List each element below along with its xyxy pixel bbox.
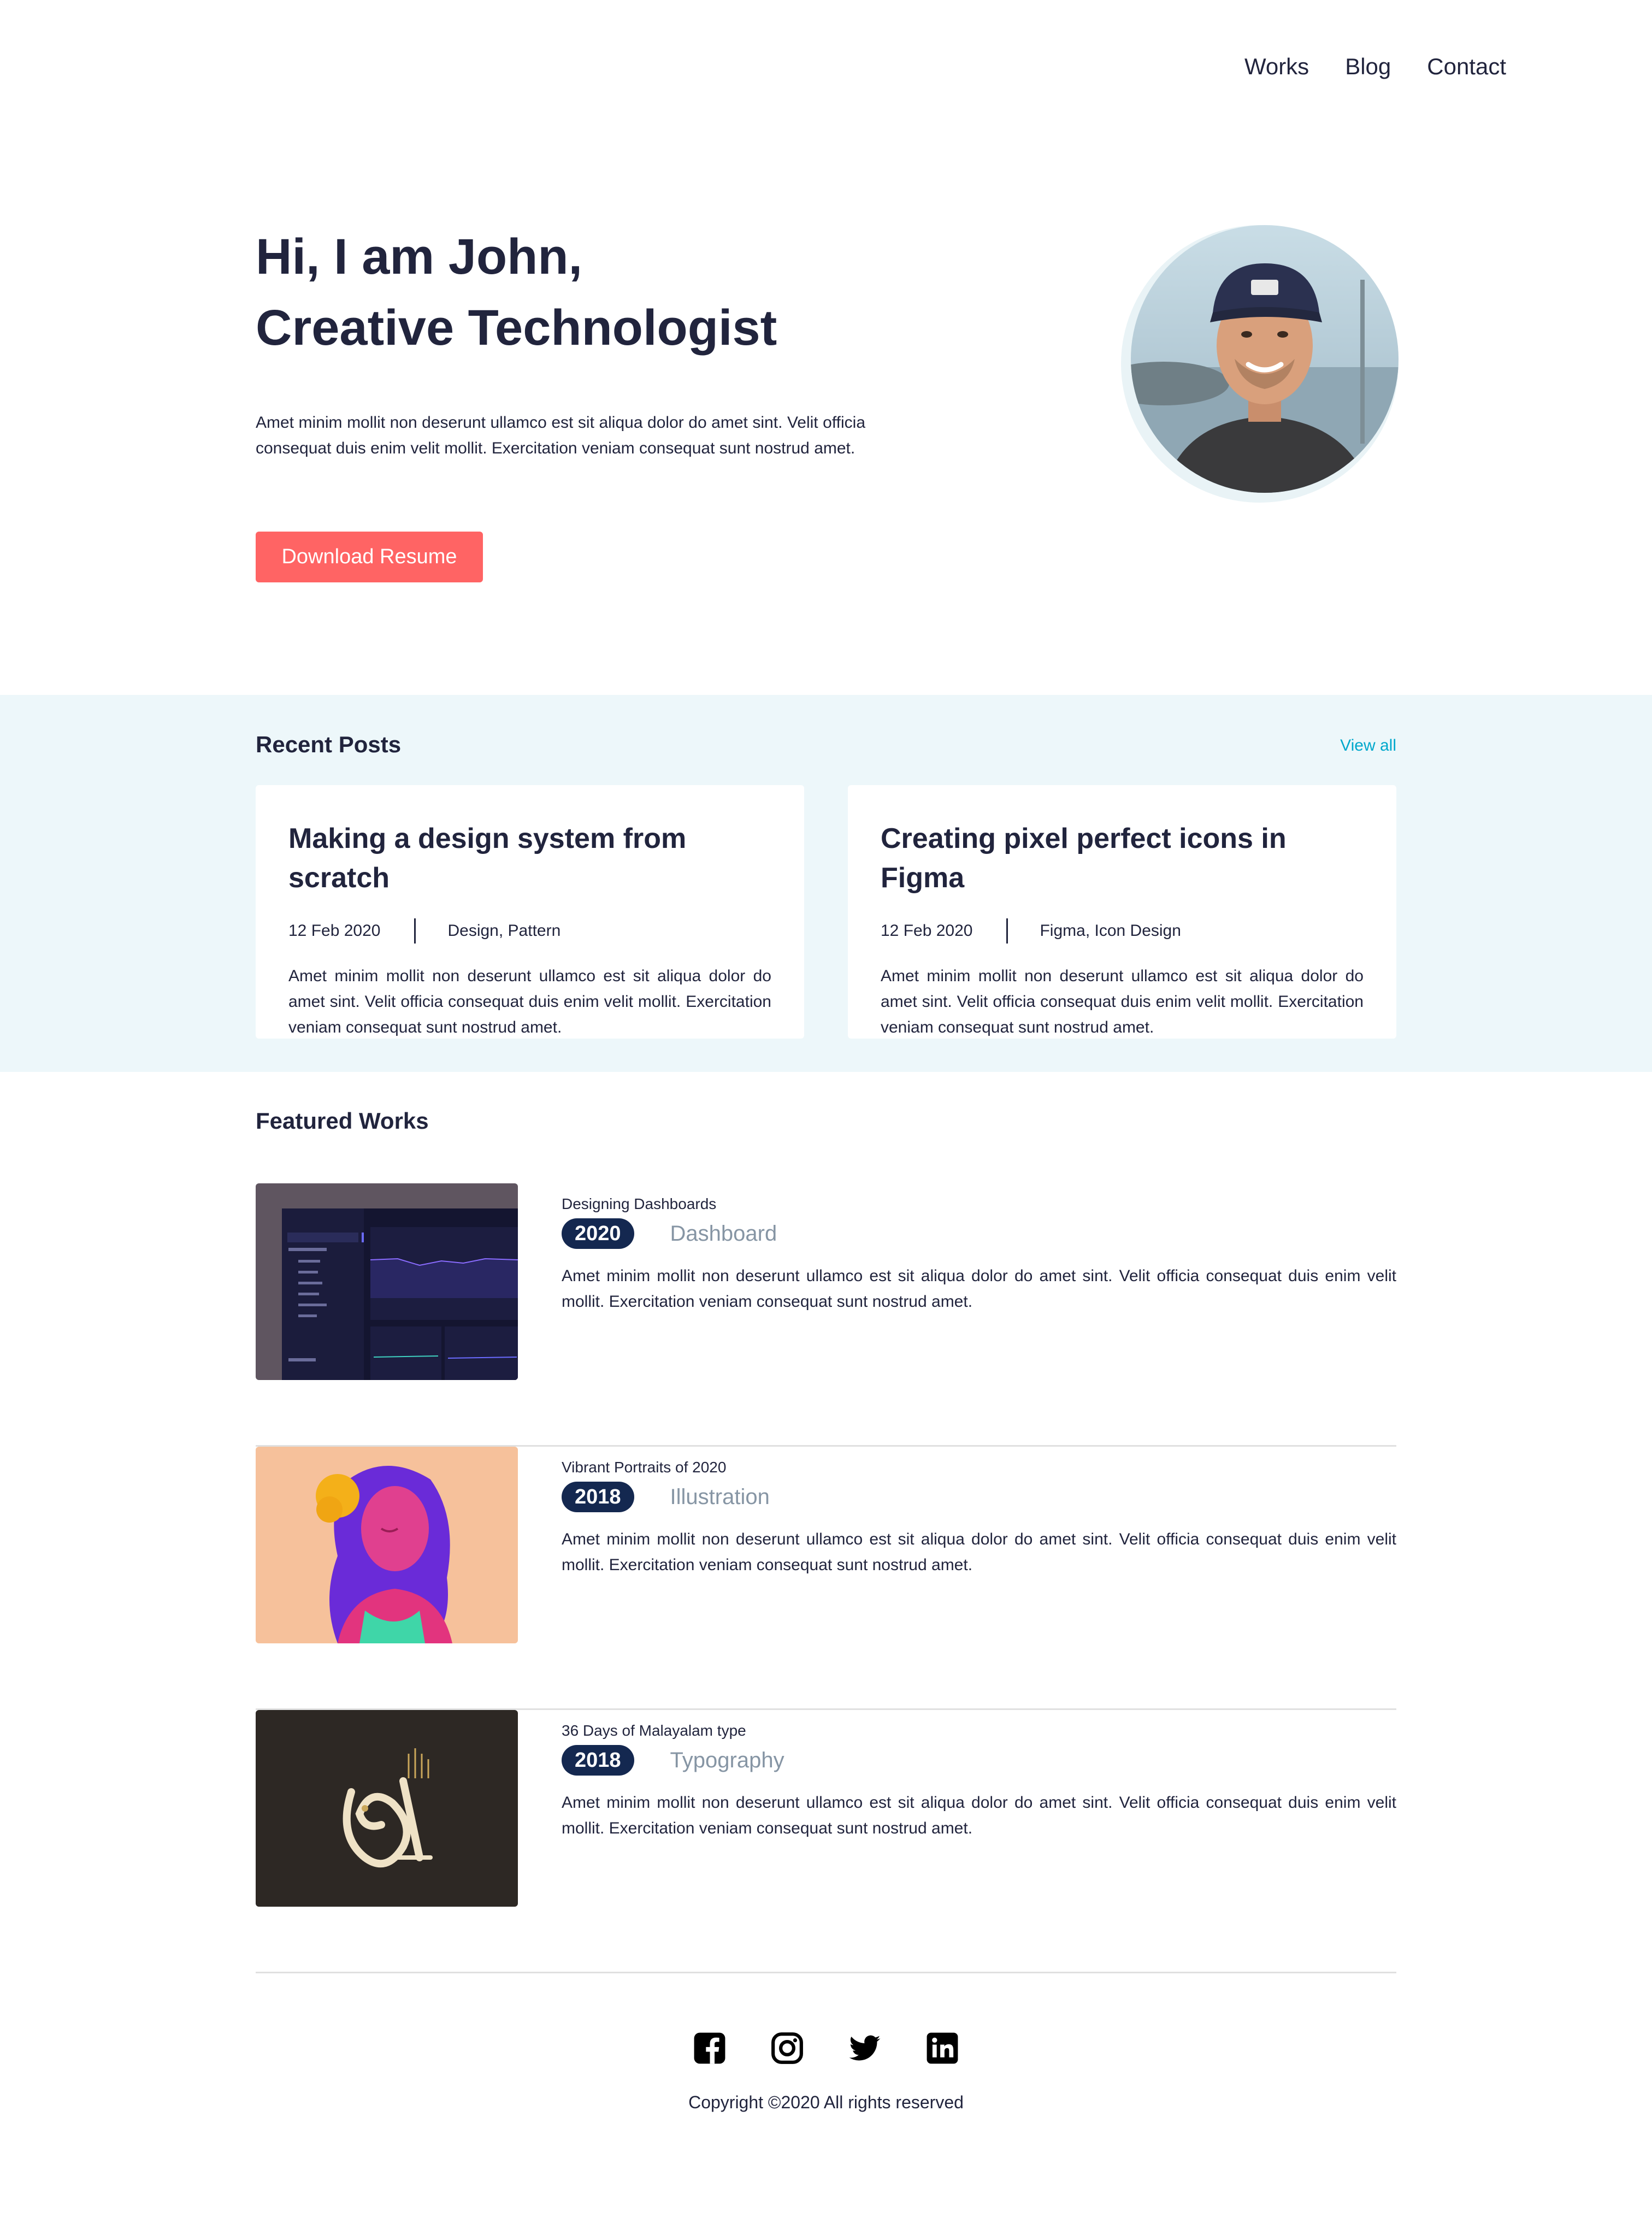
featured-works-title: Featured Works bbox=[256, 1108, 429, 1134]
work-meta-row: 2018 Illustration bbox=[562, 1479, 1396, 1514]
dashboard-thumbnail-image bbox=[256, 1183, 518, 1380]
typography-thumbnail-image bbox=[256, 1710, 518, 1907]
download-resume-button[interactable]: Download Resume bbox=[256, 532, 483, 582]
post-tags: Design, Pattern bbox=[447, 922, 561, 940]
work-thumbnail-dashboard[interactable] bbox=[256, 1183, 518, 1380]
instagram-icon[interactable] bbox=[770, 2031, 804, 2065]
copyright-text: Copyright ©2020 All rights reserved bbox=[688, 2092, 964, 2112]
work-subtitle: 36 Days of Malayalam type bbox=[562, 1722, 746, 1739]
work-description: Amet minim mollit non deserunt ullamco e… bbox=[562, 1267, 1396, 1311]
work-item[interactable]: 36 Days of Malayalam type 2018 Typograph… bbox=[256, 1710, 1396, 1973]
recent-posts-title: Recent Posts bbox=[256, 732, 402, 757]
post-date: 12 Feb 2020 bbox=[881, 922, 973, 940]
work-subtitle: Designing Dashboards bbox=[562, 1195, 717, 1212]
year-badge: 2018 bbox=[562, 1745, 634, 1776]
linkedin-icon[interactable] bbox=[925, 2031, 959, 2065]
work-item[interactable]: Designing Dashboards 2020 Dashboard Amet… bbox=[256, 1183, 1396, 1447]
avatar-photo bbox=[1131, 225, 1399, 493]
recent-posts-section bbox=[0, 695, 1652, 1072]
nav-works-link[interactable]: Works bbox=[1244, 50, 1309, 83]
post-excerpt: Amet minim mollit non deserunt ullamco e… bbox=[288, 967, 771, 1036]
hero-title-line2: Creative Technologist bbox=[256, 300, 777, 356]
post-excerpt: Amet minim mollit non deserunt ullamco e… bbox=[881, 967, 1364, 1036]
nav-blog-link[interactable]: Blog bbox=[1345, 50, 1391, 83]
portrait-illustration-image bbox=[256, 1447, 518, 1643]
meta-divider bbox=[1006, 918, 1008, 944]
hero-title: Hi, I am John, Creative Technologist bbox=[256, 221, 911, 363]
post-title[interactable]: Making a design system from scratch bbox=[288, 819, 771, 898]
work-meta-row: 2018 Typography bbox=[562, 1743, 1396, 1778]
facebook-icon[interactable] bbox=[693, 2031, 727, 2065]
post-meta: 12 Feb 2020 Figma, Icon Design bbox=[881, 918, 1364, 944]
work-category: Typography bbox=[670, 1748, 784, 1772]
hero-intro-text: Amet minim mollit non deserunt ullamco e… bbox=[256, 414, 865, 457]
top-nav: Works Blog Contact bbox=[1244, 50, 1506, 83]
work-description: Amet minim mollit non deserunt ullamco e… bbox=[562, 1530, 1396, 1574]
year-badge: 2020 bbox=[562, 1218, 634, 1249]
view-all-link[interactable]: View all bbox=[1340, 735, 1396, 757]
work-description: Amet minim mollit non deserunt ullamco e… bbox=[562, 1794, 1396, 1837]
work-meta-row: 2020 Dashboard bbox=[562, 1216, 1396, 1251]
post-card[interactable]: Making a design system from scratch 12 F… bbox=[256, 785, 804, 1039]
post-title[interactable]: Creating pixel perfect icons in Figma bbox=[881, 819, 1364, 898]
hero-title-line1: Hi, I am John, bbox=[256, 229, 583, 285]
work-thumbnail-typography[interactable] bbox=[256, 1710, 518, 1907]
work-category: Dashboard bbox=[670, 1221, 777, 1246]
post-meta: 12 Feb 2020 Design, Pattern bbox=[288, 918, 771, 944]
social-links bbox=[0, 2031, 1652, 2065]
work-thumbnail-illustration[interactable] bbox=[256, 1447, 518, 1643]
post-tags: Figma, Icon Design bbox=[1040, 922, 1181, 940]
work-info: 36 Days of Malayalam type 2018 Typograph… bbox=[562, 1720, 1396, 1841]
avatar bbox=[1131, 225, 1399, 493]
year-badge: 2018 bbox=[562, 1482, 634, 1512]
twitter-icon[interactable] bbox=[848, 2031, 882, 2065]
work-info: Vibrant Portraits of 2020 2018 Illustrat… bbox=[562, 1457, 1396, 1578]
nav-contact-link[interactable]: Contact bbox=[1427, 50, 1506, 83]
work-subtitle: Vibrant Portraits of 2020 bbox=[562, 1459, 727, 1476]
post-card[interactable]: Creating pixel perfect icons in Figma 12… bbox=[848, 785, 1396, 1039]
work-item[interactable]: Vibrant Portraits of 2020 2018 Illustrat… bbox=[256, 1447, 1396, 1710]
post-date: 12 Feb 2020 bbox=[288, 922, 381, 940]
work-info: Designing Dashboards 2020 Dashboard Amet… bbox=[562, 1193, 1396, 1314]
meta-divider bbox=[414, 918, 416, 944]
work-category: Illustration bbox=[670, 1484, 770, 1509]
